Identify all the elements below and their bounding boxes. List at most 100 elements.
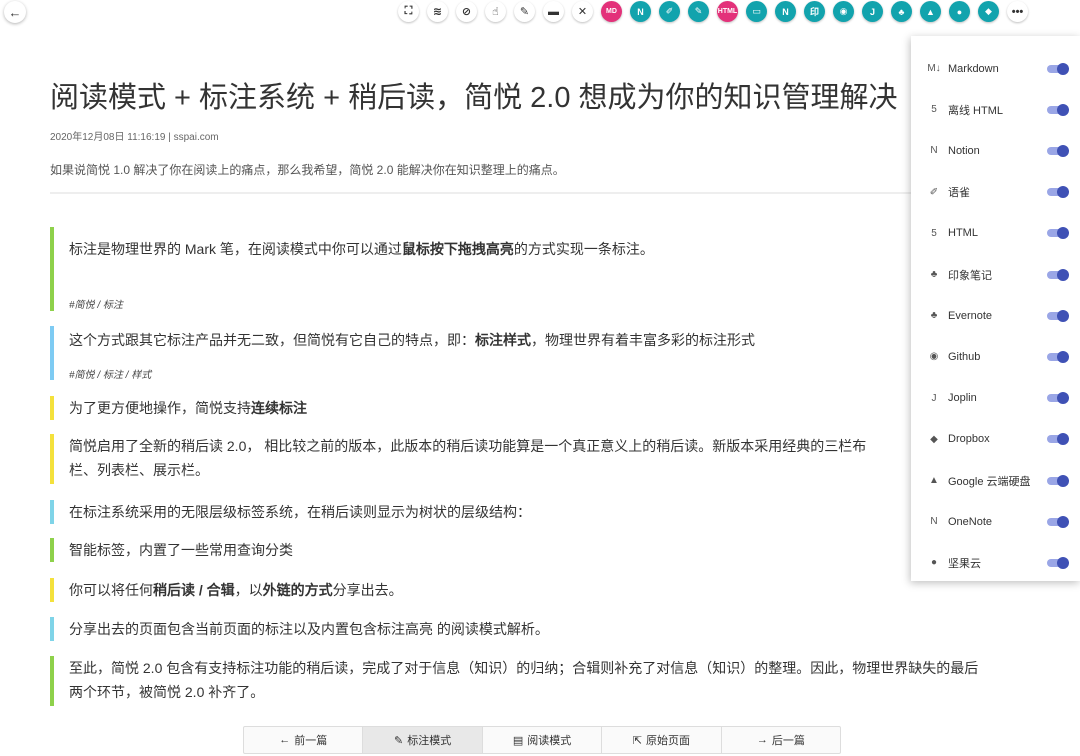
export-item[interactable]: J Joplin [911, 378, 1080, 419]
hand-pointer-icon[interactable]: ☝ [485, 1, 506, 22]
toolbar-icons: ⛶ ≋ ⊘ ☝ ✎ ▬ ✕ MD N ✐ ✎ HTML ▭ N 印 ◉ J ♣ ▲ ● ◆ ••• [398, 1, 1028, 22]
annotation-block[interactable]: 分享出去的页面包含当前页面的标注以及内置包含标注高亮 的阅读模式解析。 [50, 617, 549, 641]
evernote-cn-icon: ♣ [930, 269, 938, 280]
toggle-knob [1057, 515, 1069, 528]
fullscreen-icon[interactable]: ⛶ [398, 1, 419, 22]
export-item-label: Github [948, 350, 981, 363]
export-item-label: Joplin [948, 392, 977, 405]
toggle-knob [1057, 144, 1069, 157]
toggle-switch[interactable] [1047, 309, 1069, 322]
pen-share-icon[interactable]: ✎ [688, 1, 709, 22]
bottom-nav-label: 原始页面 [646, 735, 691, 747]
export-item[interactable]: ♣ Evernote [911, 295, 1080, 336]
github-icon: ◉ [929, 351, 939, 363]
yuque-icon[interactable]: ✐ [659, 1, 680, 22]
more-icon[interactable]: ••• [1007, 1, 1028, 22]
toggle-knob [1057, 103, 1069, 116]
notion-icon[interactable]: N [630, 1, 651, 22]
export-item[interactable]: N Notion [911, 130, 1080, 171]
google-drive-icon[interactable]: ▲ [920, 1, 941, 22]
toggle-knob [1057, 474, 1069, 487]
github-icon[interactable]: ◉ [833, 1, 854, 22]
export-item[interactable]: 5 HTML [911, 213, 1080, 254]
export-item[interactable]: M↓ Markdown [911, 48, 1080, 89]
prev-article-button[interactable]: ← 前一篇 [244, 727, 364, 753]
toggle-switch[interactable] [1047, 556, 1069, 569]
export-item[interactable]: ◉ Github [911, 336, 1080, 377]
notion-icon: N [930, 145, 938, 157]
prev-article-icon: ← [279, 734, 291, 746]
layers-icon[interactable]: ≋ [427, 1, 448, 22]
toggle-switch[interactable] [1047, 227, 1069, 240]
toggle-switch[interactable] [1047, 515, 1069, 528]
onenote-icon[interactable]: N [775, 1, 796, 22]
article-meta: 2020年12月08日 11:16:19 | sspai.com [50, 132, 219, 143]
export-item-label: Dropbox [948, 433, 990, 446]
toggle-switch[interactable] [1047, 186, 1069, 199]
article-title: 阅读模式 + 标注系统 + 稍后读，简悦 2.0 想成为你的知识管理解决 [50, 82, 898, 114]
html5-icon: 5 [931, 104, 937, 116]
export-item-label: 离线 HTML [948, 104, 1003, 117]
toggle-knob [1057, 350, 1069, 363]
html-icon: 5 [931, 227, 937, 239]
export-item-label: Notion [948, 144, 980, 157]
annotation-block[interactable]: 这个方式跟其它标注产品并无二致，但简悦有它自己的特点，即：标注样式，物理世界有着… [50, 326, 755, 380]
reading-mode-icon: ▤ [512, 734, 524, 747]
article-description: 如果说简悦 1.0 解决了你在阅读上的痛点，那么我希望，简悦 2.0 能解决你在… [50, 163, 565, 177]
export-item[interactable]: ✐ 语雀 [911, 172, 1080, 213]
annotation-mode-button[interactable]: ✎ 标注模式 [363, 727, 483, 753]
annotation-block[interactable]: 智能标签，内置了一些常用查询分类 [50, 538, 293, 562]
toggle-switch[interactable] [1047, 433, 1069, 446]
export-item-label: Markdown [948, 62, 999, 75]
top-toolbar: ← ⛶ ≋ ⊘ ☝ ✎ ▬ ✕ MD N ✐ ✎ HTML ▭ N 印 ◉ J ♣ ▲ ● ◆ ••• [0, 0, 1080, 26]
export-item-label: Google 云端硬盘 [948, 475, 1031, 488]
markdown-icon[interactable]: MD [601, 1, 622, 22]
reading-mode-button[interactable]: ▤ 阅读模式 [483, 727, 603, 753]
evernote-cn-icon[interactable]: 印 [804, 1, 825, 22]
archive-icon[interactable]: ▬ [543, 1, 564, 22]
pen-icon[interactable]: ✎ [514, 1, 535, 22]
evernote-icon[interactable]: ♣ [891, 1, 912, 22]
next-article-button[interactable]: → 后一篇 [722, 727, 840, 753]
toggle-switch[interactable] [1047, 392, 1069, 405]
original-page-button[interactable]: ⇱ 原始页面 [602, 727, 722, 753]
export-item-label: HTML [948, 227, 978, 240]
html-icon[interactable]: HTML [717, 1, 738, 22]
message-icon[interactable]: ▭ [746, 1, 767, 22]
annotation-block[interactable]: 标注是物理世界的 Mark 笔，在阅读模式中你可以通过鼠标按下拖拽高亮的方式实现… [50, 227, 654, 311]
jianguoyun-icon[interactable]: ● [949, 1, 970, 22]
export-item[interactable]: N OneNote [911, 501, 1080, 542]
annotation-block[interactable]: 简悦启用了全新的稍后读 2.0， 相比较之前的版本，此版本的稍后读功能算是一个真… [50, 434, 920, 484]
onenote-icon: N [930, 516, 938, 528]
toggle-switch[interactable] [1047, 350, 1069, 363]
toggle-knob [1057, 556, 1069, 569]
annotation-tag[interactable]: #简悦 / 标注 [69, 296, 123, 311]
bottom-nav: ← 前一篇 ✎ 标注模式 ▤ 阅读模式 ⇱ 原始页面 → 后一篇 [243, 726, 841, 754]
dropbox-icon: ◆ [930, 433, 938, 445]
annotation-tag[interactable]: #简悦 / 标注 / 样式 [69, 366, 151, 381]
google-drive-icon: ▲ [929, 475, 939, 486]
export-item-label: OneNote [948, 515, 993, 528]
toggle-switch[interactable] [1047, 144, 1069, 157]
export-item[interactable]: ● 坚果云 [911, 542, 1080, 583]
annotation-block[interactable]: 为了更方便地操作，简悦支持连续标注 [50, 396, 307, 420]
export-item[interactable]: ◆ Dropbox [911, 419, 1080, 460]
export-panel: M↓ Markdown 5 离线 HTML N Notion ✐ 语雀 5 HTML ♣ 印象笔记 ♣ E… [911, 36, 1080, 581]
toggle-switch[interactable] [1047, 62, 1069, 75]
export-item[interactable]: ♣ 印象笔记 [911, 254, 1080, 295]
annotation-block[interactable]: 在标注系统采用的无限层级标签系统，在稍后读则显示为树状的层级结构： [50, 500, 531, 524]
toggle-switch[interactable] [1047, 268, 1069, 281]
export-item-label: 语雀 [948, 187, 970, 200]
toggle-switch[interactable] [1047, 103, 1069, 116]
annotation-block[interactable]: 你可以将任何稍后读 / 合辑，以外链的方式分享出去。 [50, 578, 403, 602]
joplin-icon[interactable]: J [862, 1, 883, 22]
link-icon[interactable]: ⊘ [456, 1, 477, 22]
dropbox-icon[interactable]: ◆ [978, 1, 999, 22]
close-icon[interactable]: ✕ [572, 1, 593, 22]
joplin-icon: J [931, 392, 937, 404]
export-item[interactable]: 5 离线 HTML [911, 89, 1080, 130]
export-item[interactable]: ▲ Google 云端硬盘 [911, 460, 1080, 501]
annotation-block[interactable]: 至此，简悦 2.0 包含有支持标注功能的稍后读，完成了对于信息（知识）的归纳；合… [50, 656, 1040, 706]
toggle-switch[interactable] [1047, 474, 1069, 487]
back-icon[interactable]: ← [4, 1, 26, 23]
